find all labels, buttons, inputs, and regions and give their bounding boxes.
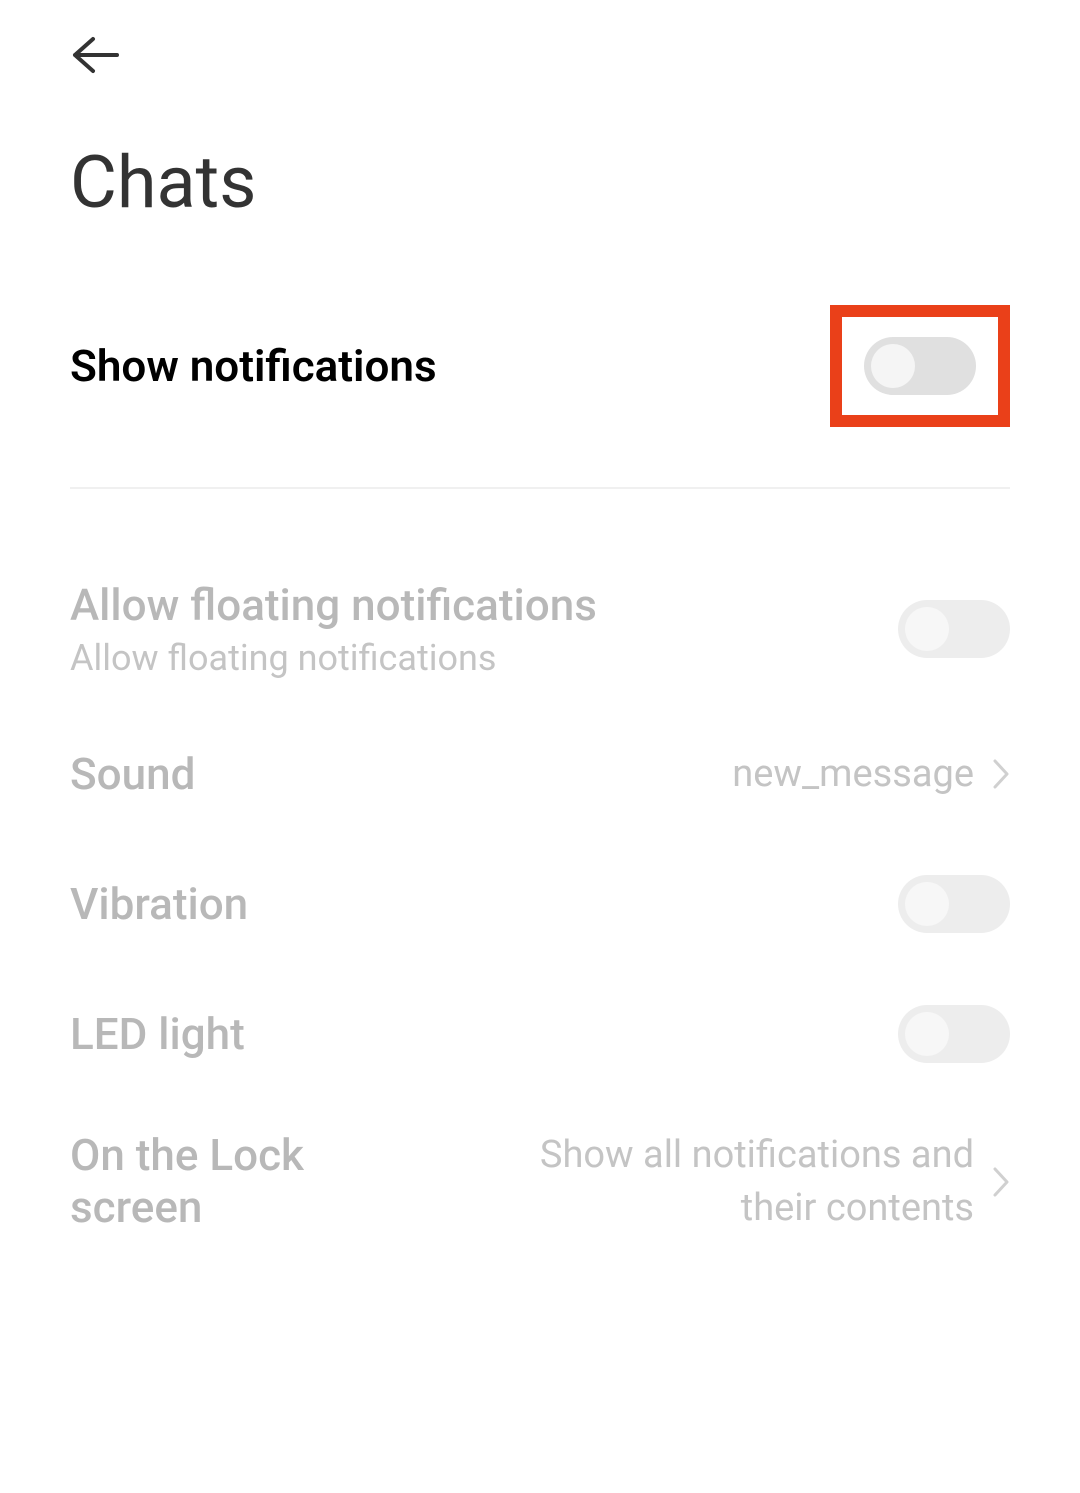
led-toggle	[898, 1005, 1010, 1063]
show-notifications-label: Show notifications	[70, 340, 830, 392]
setting-sound: Sound new_message	[70, 709, 1010, 839]
arrow-left-icon	[71, 35, 119, 75]
setting-vibration: Vibration	[70, 839, 1010, 969]
toggle-knob	[871, 344, 915, 388]
toggle-knob	[905, 1012, 949, 1056]
back-button[interactable]	[70, 30, 120, 80]
led-label: LED light	[70, 1008, 898, 1060]
floating-label: Allow floating notifications	[70, 579, 898, 631]
setting-show-notifications[interactable]: Show notifications	[70, 275, 1010, 457]
lock-screen-label: On the Lock screen	[70, 1129, 370, 1233]
chevron-right-icon	[992, 758, 1010, 790]
highlight-frame	[830, 305, 1010, 427]
setting-floating-notifications: Allow floating notifications Allow float…	[70, 549, 1010, 709]
show-notifications-toggle[interactable]	[864, 337, 976, 395]
sound-value: new_message	[732, 752, 974, 796]
setting-led: LED light	[70, 969, 1010, 1099]
floating-sublabel: Allow floating notifications	[70, 637, 898, 679]
toggle-knob	[905, 882, 949, 926]
page-title: Chats	[0, 80, 1080, 275]
setting-lock-screen: On the Lock screen Show all notification…	[70, 1099, 1010, 1265]
settings-list: Show notifications Allow floating notifi…	[0, 275, 1080, 1265]
lock-screen-value: Show all notifications and their content…	[534, 1129, 974, 1235]
sound-label: Sound	[70, 748, 732, 800]
floating-toggle	[898, 600, 1010, 658]
chevron-right-icon	[992, 1166, 1010, 1198]
vibration-label: Vibration	[70, 878, 898, 930]
vibration-toggle	[898, 875, 1010, 933]
toggle-knob	[905, 607, 949, 651]
divider	[70, 487, 1010, 489]
